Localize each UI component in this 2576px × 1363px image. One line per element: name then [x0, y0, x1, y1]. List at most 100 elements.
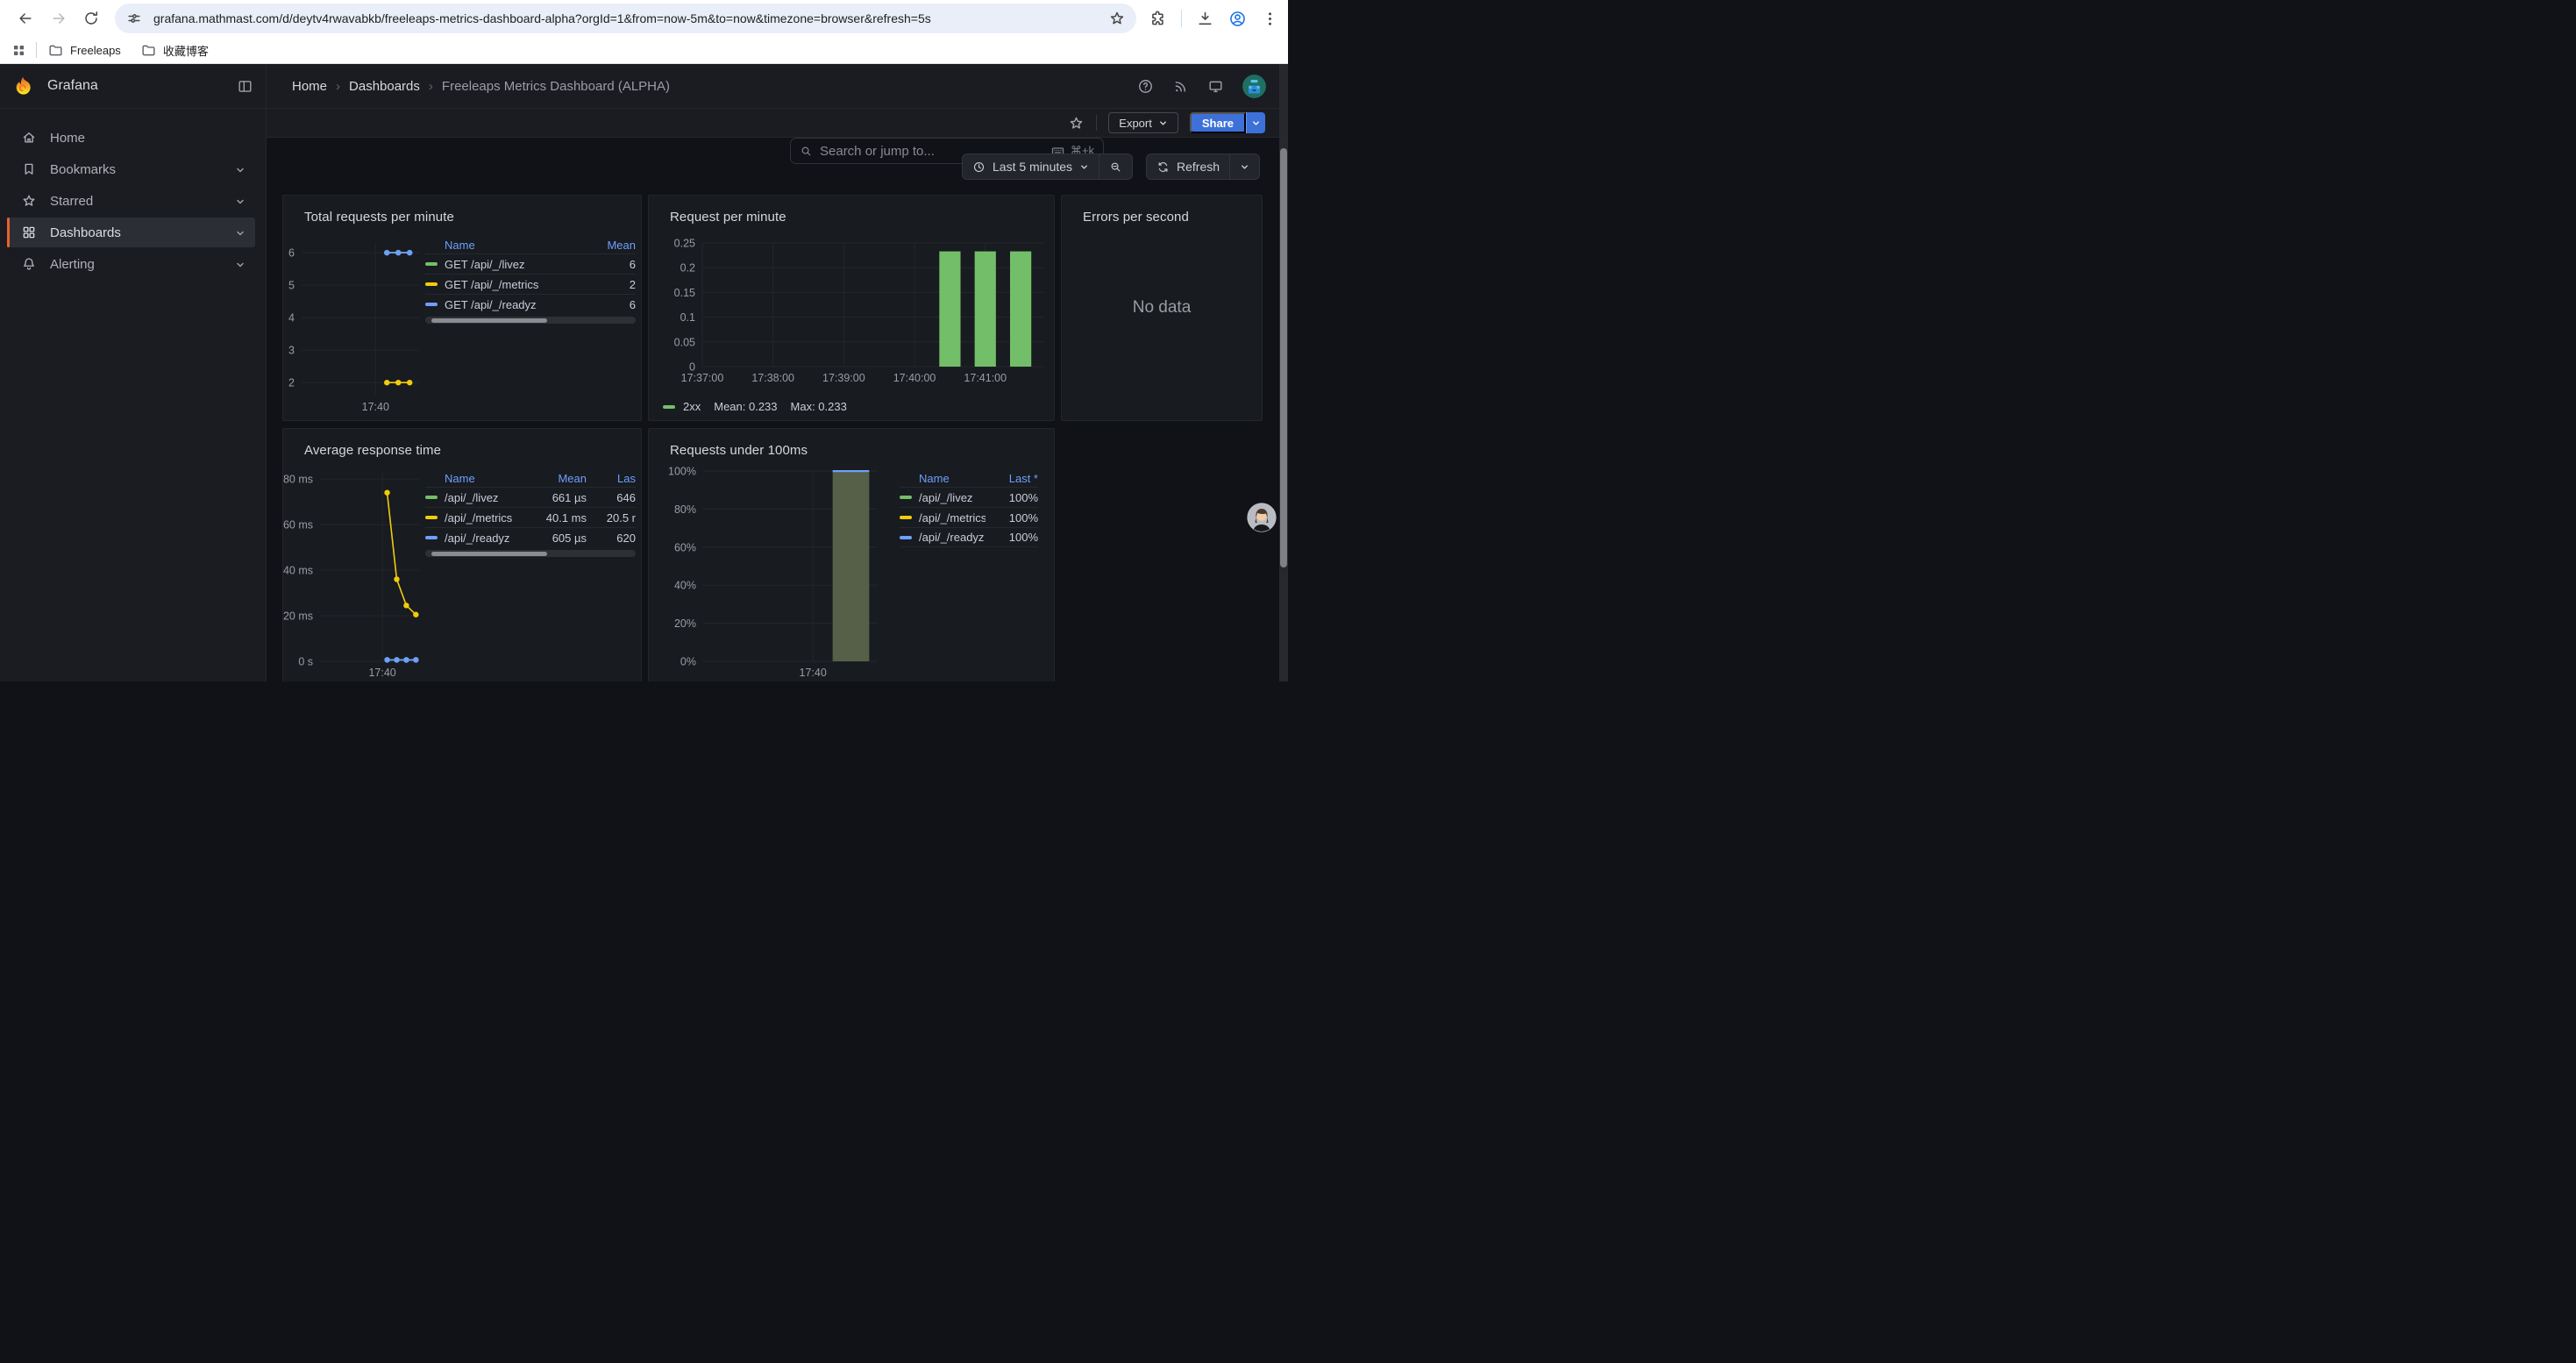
area-top-line [833, 470, 870, 472]
favorite-star-icon[interactable] [1068, 115, 1085, 132]
legend-header-name[interactable]: Name [900, 472, 986, 485]
bookmark-folder-freeleaps[interactable]: Freeleaps [47, 42, 121, 59]
legend-series-name[interactable]: /api/_/readyz [445, 532, 509, 545]
y-axis-tick-label: 0.05 [674, 336, 695, 348]
data-point [413, 612, 418, 617]
sidebar-item-dashboards[interactable]: Dashboards [7, 218, 255, 247]
legend-scrollbar[interactable] [425, 550, 636, 557]
chart-area: No data [1062, 196, 1262, 420]
bookmark-star-icon[interactable] [1108, 10, 1126, 27]
browser-actions [1149, 10, 1279, 28]
dashboards-grid-icon [21, 225, 37, 240]
legend-series-name[interactable]: /api/_/metrics [445, 511, 512, 525]
share-menu-button[interactable] [1246, 112, 1265, 133]
series-line [388, 493, 416, 615]
legend-row[interactable]: /api/_/metrics100% [900, 507, 1038, 527]
legend-series-name[interactable]: GET /api/_/readyz [445, 298, 537, 311]
legend-value: 620 [587, 532, 636, 545]
floating-assistant-avatar[interactable] [1247, 503, 1277, 532]
sidebar-item-bookmarks[interactable]: Bookmarks [7, 154, 255, 184]
refresh-icon [1156, 161, 1170, 174]
downloads-icon[interactable] [1196, 10, 1214, 28]
screen-icon[interactable] [1207, 78, 1224, 95]
legend-series-name[interactable]: /api/_/metrics [919, 511, 986, 525]
grafana-logo-icon[interactable] [12, 75, 33, 96]
export-button[interactable]: Export [1108, 112, 1178, 133]
time-range-picker[interactable]: Last 5 minutes [963, 154, 1099, 179]
sidebar-item-alerting[interactable]: Alerting [7, 249, 255, 279]
refresh-button[interactable]: Refresh [1147, 154, 1229, 179]
chevron-down-icon[interactable] [235, 196, 246, 206]
legend-row[interactable]: /api/_/livez661 µs646 [425, 487, 636, 507]
back-icon[interactable] [13, 6, 38, 31]
legend-row[interactable]: GET /api/_/metrics2 [425, 274, 636, 294]
user-avatar[interactable] [1242, 75, 1266, 98]
legend-series-name[interactable]: /api/_/readyz [919, 531, 984, 544]
legend-row[interactable]: /api/_/metrics40.1 ms20.5 r [425, 507, 636, 527]
zoom-out-button[interactable] [1099, 154, 1132, 179]
x-axis-tick-label: 17:40:00 [893, 372, 936, 384]
legend-header-col[interactable]: Mean [525, 472, 587, 485]
page-scrollbar[interactable] [1279, 64, 1288, 682]
extensions-icon[interactable] [1149, 10, 1167, 28]
x-axis-tick-label: 17:40 [800, 667, 827, 679]
data-point [403, 603, 409, 608]
breadcrumb-dashboards[interactable]: Dashboards [349, 79, 420, 94]
legend-series-name[interactable]: /api/_/livez [919, 491, 972, 504]
legend-header-row: NameMeanLas [425, 469, 636, 487]
legend-scrollbar-thumb[interactable] [431, 552, 547, 556]
legend-header-col[interactable]: Las [587, 472, 636, 485]
browser-profile-icon[interactable] [1228, 10, 1247, 28]
legend-row[interactable]: GET /api/_/livez6 [425, 253, 636, 274]
legend-scrollbar-thumb[interactable] [431, 318, 547, 323]
legend-header-col[interactable]: Last * [986, 472, 1038, 485]
chevron-down-icon[interactable] [235, 227, 246, 238]
chevron-down-icon[interactable] [235, 164, 246, 175]
bookmark-icon [21, 161, 37, 177]
share-button[interactable]: Share [1190, 112, 1246, 133]
apps-grid-icon[interactable] [11, 42, 27, 59]
y-axis-tick-label: 60% [674, 541, 696, 553]
y-axis-tick-label: 20% [674, 617, 696, 630]
url-bar[interactable]: grafana.mathmast.com/d/deytv4rwavabkb/fr… [115, 4, 1136, 33]
series-color-pill [425, 262, 438, 266]
bookmark-folder-blogs[interactable]: 收藏博客 [140, 42, 209, 59]
legend-series-label[interactable]: 2xx [683, 400, 701, 413]
help-icon[interactable] [1137, 78, 1154, 95]
url-text[interactable]: grafana.mathmast.com/d/deytv4rwavabkb/fr… [153, 11, 1098, 25]
series-color-pill [900, 496, 912, 499]
legend-series-name[interactable]: GET /api/_/metrics [445, 278, 538, 291]
divider [1181, 10, 1182, 27]
legend-series-name[interactable]: /api/_/livez [445, 491, 498, 504]
legend-row[interactable]: /api/_/readyz605 µs620 [425, 527, 636, 547]
forward-icon[interactable] [46, 6, 71, 31]
header-icons [1137, 64, 1266, 108]
legend-table: NameLast */api/_/livez100%/api/_/metrics… [900, 469, 1038, 547]
news-rss-icon[interactable] [1172, 78, 1189, 95]
reload-icon[interactable] [79, 6, 103, 31]
sidebar-item-home[interactable]: Home [7, 123, 255, 153]
legend-scrollbar[interactable] [425, 317, 636, 324]
sidebar-item-starred[interactable]: Starred [7, 186, 255, 216]
breadcrumb-home[interactable]: Home [292, 79, 327, 94]
data-point [384, 380, 389, 385]
page-scrollbar-thumb[interactable] [1280, 148, 1287, 567]
legend-value: 100% [986, 531, 1038, 544]
legend-row[interactable]: GET /api/_/readyz6 [425, 294, 636, 314]
legend-header-col[interactable]: Mean [590, 239, 636, 252]
legend-row[interactable]: /api/_/livez100% [900, 487, 1038, 507]
refresh-interval-button[interactable] [1229, 154, 1259, 179]
site-info-icon[interactable] [125, 10, 143, 27]
legend-header-name[interactable]: Name [425, 472, 525, 485]
legend-row[interactable]: /api/_/readyz100% [900, 527, 1038, 547]
collapse-sidebar-icon[interactable] [237, 78, 253, 95]
legend-header-name[interactable]: Name [425, 239, 590, 252]
y-axis-tick-label: 80% [674, 503, 696, 516]
y-axis-tick-label: 4 [288, 312, 295, 325]
chevron-down-icon[interactable] [235, 259, 246, 269]
legend-series-name[interactable]: GET /api/_/livez [445, 258, 525, 271]
browser-menu-icon[interactable] [1261, 10, 1279, 28]
series-color-pill [425, 516, 438, 519]
series-color-pill [425, 303, 438, 306]
series-color-pill [900, 536, 912, 539]
